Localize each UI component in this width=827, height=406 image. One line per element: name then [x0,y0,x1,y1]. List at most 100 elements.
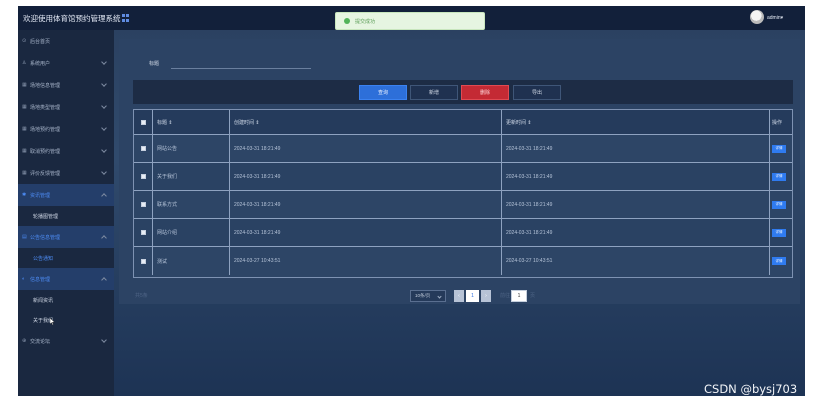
menu-toggle-icon[interactable] [122,14,130,22]
row-select-cell [134,191,153,218]
sidebar-item-venue-info[interactable]: ▦ 场地信息管理 [18,74,114,96]
mouse-cursor-icon [50,318,55,325]
chat-icon: ⊕ [22,337,27,344]
prev-page-button[interactable]: ‹ [454,290,464,302]
page-size-value: 10条/页 [415,293,431,298]
user-icon: ♙ [22,59,27,66]
table-row: 测试 2024-03-27 10:43:51 2024-03-27 10:43:… [134,247,792,275]
table-row: 联系方式 2024-03-31 18:21:49 2024-03-31 18:2… [134,191,792,219]
row-actions: 详情 [770,247,792,275]
chevron-up-icon [101,277,107,283]
table-row: 网站公告 2024-03-31 18:21:49 2024-03-31 18:2… [134,135,792,163]
row-created: 2024-03-31 18:21:49 [230,219,502,246]
sidebar-item-system-users[interactable]: ♙ 系统用户 [18,52,114,74]
table-row: 关于我们 2024-03-31 18:21:49 2024-03-31 18:2… [134,163,792,191]
goto-suffix: 页 [530,293,536,299]
avatar[interactable] [750,10,764,24]
grid-icon: ▦ [22,147,27,154]
row-title: 网站公告 [153,135,230,162]
detail-button[interactable]: 详情 [772,172,786,181]
detail-button[interactable]: 详情 [772,257,786,265]
row-actions: 详情 [770,219,792,246]
row-created: 2024-03-31 18:21:49 [230,163,502,190]
sidebar-item-label: 公告信息管理 [30,234,61,241]
grid-icon: ▦ [22,125,27,132]
next-page-button[interactable]: › [481,290,491,302]
sidebar-item-forum[interactable]: ⊕ 交流论坛 [18,330,114,352]
chevron-up-icon [101,193,107,199]
row-actions: 详情 [770,135,792,162]
sidebar: ⊙ 后台首页 ♙ 系统用户 ▦ 场地信息管理 ▦ 场地类型管理 ▦ 场地预约管理… [18,30,114,396]
row-created: 2024-03-27 10:43:51 [230,247,502,275]
total-count: 共5条 [135,293,148,299]
toolbar: 查询 新增 删除 导出 [133,80,793,104]
gear-icon: ✱ [22,191,27,198]
chevron-down-icon [101,337,107,343]
row-select-cell [134,219,153,246]
column-header-actions: 操作 [772,119,783,126]
query-button[interactable]: 查询 [359,85,407,100]
sidebar-item-notice-management[interactable]: ▤ 公告信息管理 [18,226,114,248]
chevron-up-icon [101,235,107,241]
content-panel: 标题 查询 新增 删除 导出 标题 ⇕ 创建时间 ⇕ 更新时间 ⇕ 操作 网站公… [119,39,800,304]
info-icon: ◐ [22,275,26,282]
row-checkbox[interactable] [140,202,146,207]
column-header-title[interactable]: 标题 ⇕ [153,110,230,134]
sidebar-item-info-management[interactable]: ◐ 信息管理 [18,268,114,290]
table-header: 标题 ⇕ 创建时间 ⇕ 更新时间 ⇕ 操作 [134,110,792,135]
sidebar-item-label: 资讯管理 [30,192,51,199]
detail-button[interactable]: 详情 [772,144,786,153]
row-updated: 2024-03-27 10:43:51 [502,247,770,275]
chevron-down-icon [101,59,107,65]
detail-button[interactable]: 详情 [772,200,786,209]
page-size-select[interactable]: 10条/页 [410,290,446,302]
row-checkbox[interactable] [140,174,146,179]
add-button[interactable]: 新增 [410,85,458,100]
success-check-icon [344,18,350,24]
sidebar-item-feedback[interactable]: ▦ 评价反馈管理 [18,162,114,184]
page-number-current[interactable]: 1 [466,290,479,302]
app-title: 欢迎使用体育馆预约管理系统 [23,14,121,23]
sidebar-item-label: 交流论坛 [30,338,51,345]
sidebar-item-home[interactable]: ⊙ 后台首页 [18,30,114,52]
detail-button[interactable]: 详情 [772,228,786,237]
sidebar-item-cancel-booking[interactable]: ▦ 取消预约管理 [18,140,114,162]
column-header-updated[interactable]: 更新时间 ⇕ [502,110,770,134]
row-checkbox[interactable] [140,146,146,151]
home-icon: ⊙ [22,37,27,44]
row-updated: 2024-03-31 18:21:49 [502,135,770,162]
goto-page-input[interactable] [511,290,527,302]
chevron-down-icon [101,147,107,153]
row-actions: 详情 [770,163,792,190]
chevron-down-icon [101,81,107,87]
select-all-cell [134,110,153,134]
column-header-created[interactable]: 创建时间 ⇕ [230,110,502,134]
sidebar-subitem-notice[interactable]: 公告通知 [18,248,114,268]
chevron-down-icon [101,125,107,131]
sidebar-subitem-about[interactable]: 关于我们 [18,310,114,330]
sidebar-item-label: 后台首页 [30,38,51,45]
user-menu[interactable]: admin▾ [767,15,783,21]
goto-label: 前往 [500,293,511,299]
row-updated: 2024-03-31 18:21:49 [502,163,770,190]
row-created: 2024-03-31 18:21:49 [230,135,502,162]
sidebar-item-venue-booking[interactable]: ▦ 场地预约管理 [18,118,114,140]
success-toast: 提交成功 [335,12,485,30]
row-title: 网站介绍 [153,219,230,246]
export-button[interactable]: 导出 [513,85,561,100]
sidebar-subitem-carousel[interactable]: 轮播图管理 [18,206,114,226]
delete-button[interactable]: 删除 [461,85,509,100]
row-title: 联系方式 [153,191,230,218]
sidebar-item-label: 场地预约管理 [30,126,61,133]
sidebar-item-label: 取消预约管理 [30,148,61,155]
sidebar-item-label: 信息管理 [30,276,51,283]
sidebar-item-venue-type[interactable]: ▦ 场地类型管理 [18,96,114,118]
top-header: 欢迎使用体育馆预约管理系统 提交成功 admin▾ [18,6,805,30]
sidebar-subitem-news[interactable]: 新闻资讯 [18,290,114,310]
row-checkbox[interactable] [140,230,146,235]
sidebar-item-news-management[interactable]: ✱ 资讯管理 [18,184,114,206]
row-created: 2024-03-31 18:21:49 [230,191,502,218]
row-checkbox[interactable] [140,258,146,264]
title-search-input[interactable] [171,57,311,69]
select-all-checkbox[interactable] [140,119,146,125]
